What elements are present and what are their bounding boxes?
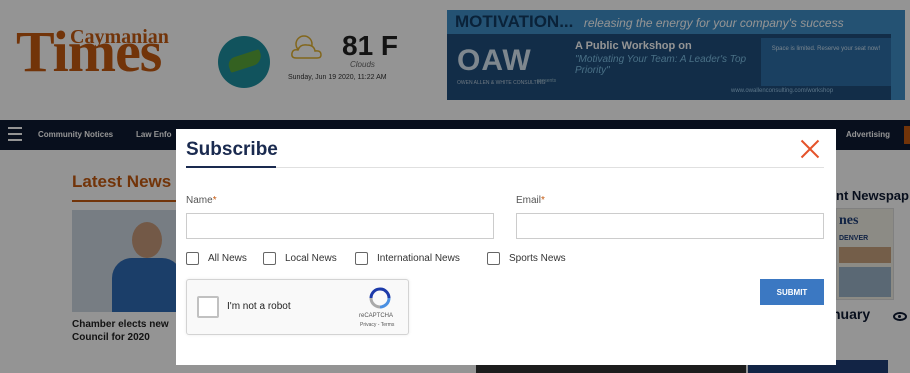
checkbox-label: All News bbox=[208, 252, 247, 264]
name-label: Name* bbox=[186, 195, 217, 206]
checkbox-box[interactable] bbox=[487, 251, 500, 265]
checkbox-all-news[interactable]: All News bbox=[186, 250, 247, 266]
email-label: Email* bbox=[516, 195, 545, 206]
recaptcha-label: I'm not a robot bbox=[227, 301, 291, 312]
subscribe-modal: Subscribe Name* Email* All News Local Ne… bbox=[176, 129, 836, 365]
checkbox-international-news[interactable]: International News bbox=[355, 250, 460, 266]
email-input[interactable] bbox=[516, 213, 824, 239]
checkbox-sports-news[interactable]: Sports News bbox=[487, 250, 566, 266]
recaptcha-links[interactable]: Privacy - Terms bbox=[360, 322, 394, 328]
checkbox-box[interactable] bbox=[186, 251, 199, 265]
recaptcha-name: reCAPTCHA bbox=[359, 313, 394, 319]
modal-title: Subscribe bbox=[186, 139, 278, 160]
checkbox-label: Local News bbox=[285, 252, 337, 264]
title-divider bbox=[276, 167, 824, 168]
submit-button[interactable]: SUBMIT bbox=[760, 279, 824, 305]
checkbox-label: Sports News bbox=[509, 252, 566, 264]
close-icon[interactable] bbox=[798, 137, 822, 161]
title-underline bbox=[186, 166, 276, 168]
recaptcha-checkbox[interactable] bbox=[197, 296, 219, 318]
recaptcha-logo-icon bbox=[369, 287, 391, 309]
checkbox-local-news[interactable]: Local News bbox=[263, 250, 337, 266]
name-input[interactable] bbox=[186, 213, 494, 239]
recaptcha-widget: I'm not a robot reCAPTCHA Privacy - Term… bbox=[186, 279, 409, 335]
checkbox-box[interactable] bbox=[263, 251, 276, 265]
checkbox-label: International News bbox=[377, 252, 460, 264]
checkbox-box[interactable] bbox=[355, 251, 368, 265]
